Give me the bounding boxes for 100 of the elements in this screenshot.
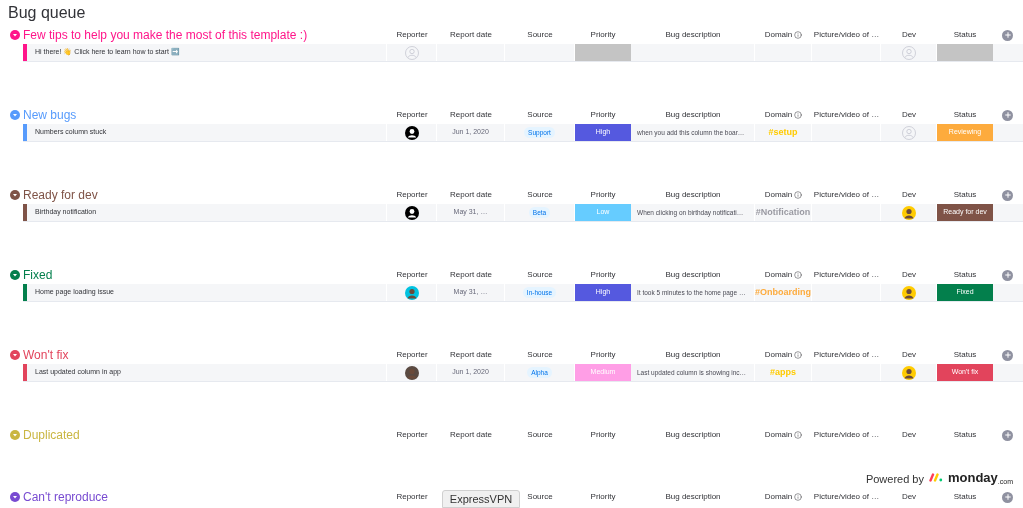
- collapse-caret-icon[interactable]: [10, 350, 20, 360]
- column-header: Report date: [450, 429, 492, 441]
- add-column-button[interactable]: [1002, 189, 1013, 201]
- column-header: Reporter: [396, 349, 428, 361]
- column-header: Source: [527, 491, 553, 503]
- column-header: Picture/video of …: [813, 349, 880, 361]
- add-column-button[interactable]: [1002, 29, 1013, 41]
- board-title: Bug queue: [8, 3, 86, 23]
- column-header: Source: [527, 269, 553, 281]
- column-header: Bug description: [665, 491, 721, 503]
- info-icon[interactable]: [794, 111, 803, 119]
- column-header: Bug description: [665, 189, 721, 201]
- column-header: Bug description: [665, 269, 721, 281]
- person-avatar-icon[interactable]: [404, 285, 419, 300]
- column-header: Priority: [590, 29, 616, 41]
- column-header: Dev: [901, 109, 917, 121]
- column-header: Source: [527, 429, 553, 441]
- column-header: Bug description: [665, 29, 721, 41]
- column-header: Dev: [901, 29, 917, 41]
- person-avatar-icon[interactable]: [901, 365, 916, 380]
- column-header: Picture/video of …: [813, 491, 880, 503]
- column-header: Reporter: [396, 109, 428, 121]
- row-color-bar: [23, 124, 27, 141]
- column-header: Status: [953, 189, 977, 201]
- info-icon[interactable]: [794, 351, 803, 359]
- column-header: Status: [953, 109, 977, 121]
- person-avatar-icon[interactable]: [901, 285, 916, 300]
- column-header: Picture/video of …: [813, 109, 880, 121]
- add-column-button[interactable]: [1002, 349, 1013, 361]
- group-title[interactable]: Few tips to help you make the most of this template :): [23, 26, 308, 44]
- column-header: Source: [527, 109, 553, 121]
- column-header: Report date: [450, 29, 492, 41]
- column-header: Domain: [764, 349, 793, 361]
- column-header: Status: [953, 29, 977, 41]
- column-header: Reporter: [396, 429, 428, 441]
- column-header: Bug description: [665, 349, 721, 361]
- column-header: Dev: [901, 189, 917, 201]
- row-color-bar: [23, 44, 27, 61]
- domain-tag: #Onboarding: [755, 285, 811, 300]
- column-header: Report date: [450, 269, 492, 281]
- add-column-button[interactable]: [1002, 109, 1013, 121]
- group-title[interactable]: New bugs: [23, 106, 77, 124]
- add-column-button[interactable]: [1002, 491, 1013, 503]
- column-header: Picture/video of …: [813, 189, 880, 201]
- row-color-bar: [23, 204, 27, 221]
- collapse-caret-icon[interactable]: [10, 30, 20, 40]
- collapse-caret-icon[interactable]: [10, 270, 20, 280]
- add-column-button[interactable]: [1002, 269, 1013, 281]
- person-avatar-icon[interactable]: [404, 365, 419, 380]
- column-header: Domain: [764, 189, 793, 201]
- column-header: Source: [527, 349, 553, 361]
- column-header: Domain: [764, 429, 793, 441]
- group-title[interactable]: Ready for dev: [23, 186, 98, 204]
- column-header: Priority: [590, 349, 616, 361]
- column-header: Picture/video of …: [813, 269, 880, 281]
- add-column-button[interactable]: [1002, 429, 1013, 441]
- column-header: Source: [527, 29, 553, 41]
- column-header: Report date: [450, 109, 492, 121]
- column-header: Priority: [590, 189, 616, 201]
- column-header: Report date: [450, 189, 492, 201]
- group-title[interactable]: Fixed: [23, 266, 53, 284]
- column-header: Status: [953, 429, 977, 441]
- person-avatar-icon[interactable]: [901, 205, 916, 220]
- column-header: Picture/video of …: [813, 29, 880, 41]
- column-header: Reporter: [396, 29, 428, 41]
- collapse-caret-icon[interactable]: [10, 492, 20, 502]
- monday-logo-icon: [929, 473, 943, 482]
- column-header: Status: [953, 491, 977, 503]
- domain-tag: #apps: [770, 365, 796, 380]
- column-header: Priority: [590, 491, 616, 503]
- info-icon[interactable]: [794, 31, 803, 39]
- column-header: Source: [527, 189, 553, 201]
- column-header: Reporter: [396, 189, 428, 201]
- domain-tag: #setup: [768, 125, 798, 140]
- vpn-tab[interactable]: ExpressVPN: [442, 490, 520, 508]
- collapse-caret-icon[interactable]: [10, 190, 20, 200]
- column-header: Bug description: [665, 429, 721, 441]
- column-header: Dev: [901, 349, 917, 361]
- column-header: Reporter: [396, 269, 428, 281]
- column-header: Priority: [590, 429, 616, 441]
- person-avatar-icon[interactable]: [404, 205, 419, 220]
- column-header: Dev: [901, 269, 917, 281]
- column-header: Domain: [764, 491, 793, 503]
- domain-tag: #Notification: [755, 205, 811, 220]
- group-title[interactable]: Won't fix: [23, 346, 69, 364]
- column-header: Status: [953, 349, 977, 361]
- person-avatar-icon[interactable]: [404, 125, 419, 140]
- column-header: Picture/video of …: [813, 429, 880, 441]
- column-header: Priority: [590, 269, 616, 281]
- powered-by-text: Powered by: [865, 472, 924, 487]
- info-icon[interactable]: [794, 431, 803, 439]
- column-header: Reporter: [396, 491, 428, 503]
- collapse-caret-icon[interactable]: [10, 110, 20, 120]
- column-header: Dev: [901, 491, 917, 503]
- info-icon[interactable]: [794, 191, 803, 199]
- group-title[interactable]: Can't reproduce: [23, 488, 108, 506]
- column-header: Domain: [764, 269, 793, 281]
- info-icon[interactable]: [794, 493, 803, 501]
- info-icon[interactable]: [794, 271, 803, 279]
- column-header: Bug description: [665, 109, 721, 121]
